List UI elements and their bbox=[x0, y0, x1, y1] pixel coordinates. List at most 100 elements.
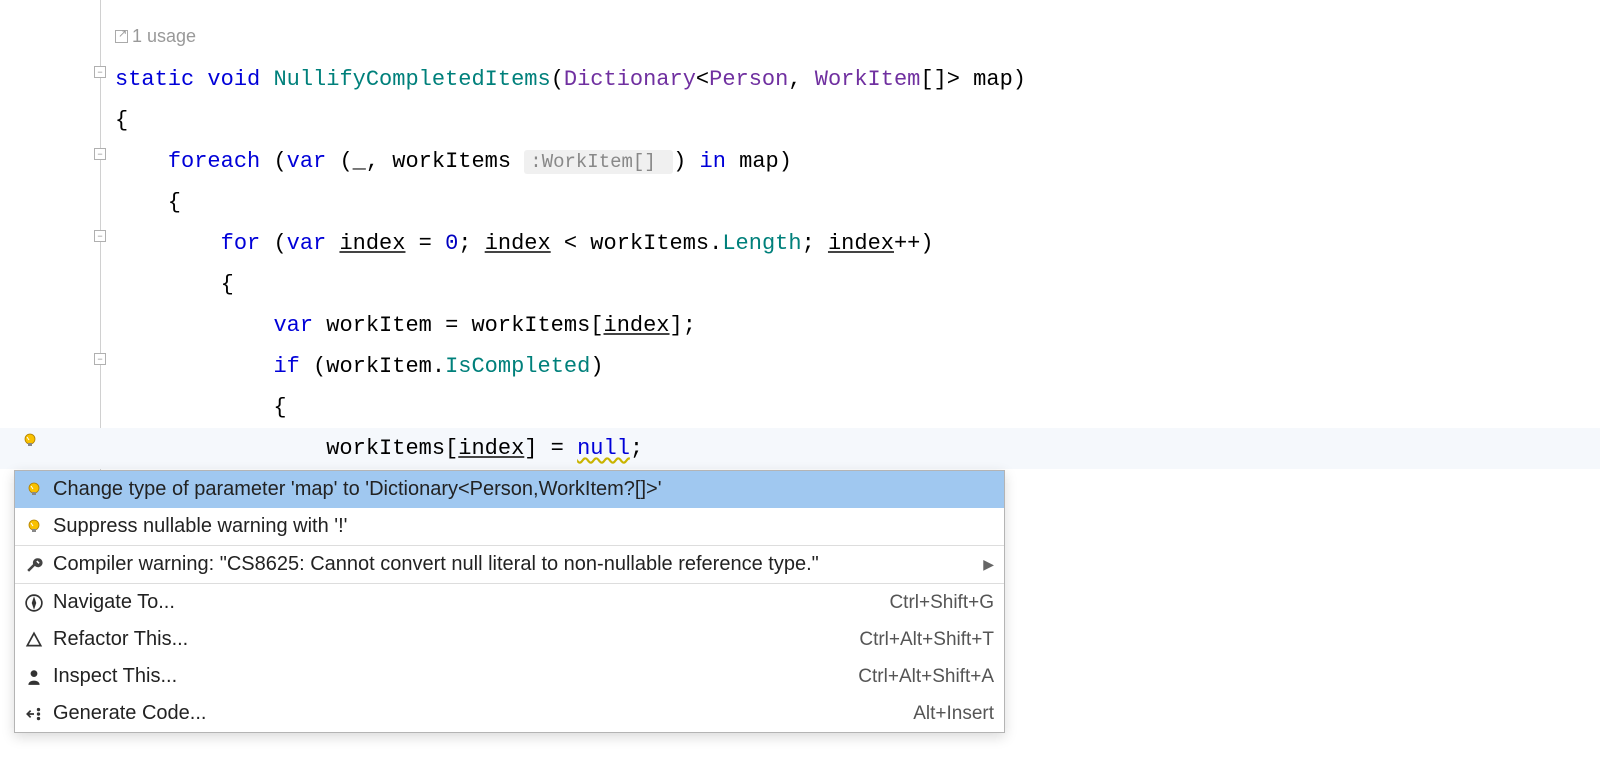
code-line[interactable]: workItems[index] = null; bbox=[115, 428, 1026, 469]
code-token: (workItem. bbox=[313, 354, 445, 379]
usage-arrow-icon bbox=[115, 30, 128, 43]
code-token: ) bbox=[590, 354, 603, 379]
code-token: ; bbox=[802, 231, 828, 256]
code-token: { bbox=[115, 272, 234, 297]
code-token: index bbox=[458, 436, 524, 461]
code-token: ( bbox=[551, 67, 564, 92]
code-token: []> map) bbox=[920, 67, 1026, 92]
code-line[interactable]: if (workItem.IsCompleted) bbox=[115, 346, 1026, 387]
code-token: var bbox=[273, 313, 326, 338]
code-token: ) bbox=[673, 149, 699, 174]
code-token: static bbox=[115, 67, 207, 92]
code-token bbox=[115, 231, 221, 256]
quickfix-item-label: Compiler warning: "CS8625: Cannot conver… bbox=[53, 553, 965, 576]
gen-icon bbox=[25, 705, 43, 723]
code-token bbox=[115, 313, 273, 338]
quickfix-item-label: Inspect This... bbox=[53, 665, 848, 688]
code-token: for bbox=[221, 231, 274, 256]
code-token: null bbox=[577, 436, 630, 461]
code-token: foreach bbox=[168, 149, 274, 174]
quickfix-item-label: Generate Code... bbox=[53, 702, 903, 725]
code-token: index bbox=[485, 231, 551, 256]
fold-marker-icon[interactable]: − bbox=[94, 148, 106, 160]
code-token: ]; bbox=[670, 313, 696, 338]
code-token: ; bbox=[458, 231, 484, 256]
code-token: index bbox=[604, 313, 670, 338]
code-token bbox=[115, 149, 168, 174]
quickfix-item-label: Navigate To... bbox=[53, 591, 879, 614]
code-token: workItem = workItems[ bbox=[326, 313, 603, 338]
code-token: 0 bbox=[445, 231, 458, 256]
code-token: ( bbox=[273, 149, 286, 174]
code-token: ++) bbox=[894, 231, 934, 256]
code-line[interactable]: { bbox=[115, 264, 1026, 305]
editor-container: − − − − 1 usage static void NullifyCompl… bbox=[0, 0, 1600, 772]
code-token: index bbox=[339, 231, 405, 256]
lightbulb-icon bbox=[22, 433, 38, 449]
quickfix-item[interactable]: Inspect This... Ctrl+Alt+Shift+A bbox=[15, 658, 1004, 695]
code-token: if bbox=[273, 354, 313, 379]
code-token: , bbox=[788, 67, 814, 92]
code-token: :WorkItem[] bbox=[524, 150, 673, 174]
quickfix-item[interactable]: Generate Code... Alt+Insert bbox=[15, 695, 1004, 732]
fold-marker-icon[interactable]: − bbox=[94, 66, 106, 78]
usage-hint[interactable]: 1 usage bbox=[115, 26, 196, 47]
quickfix-item-label: Change type of parameter 'map' to 'Dicti… bbox=[53, 478, 994, 501]
code-line[interactable]: { bbox=[115, 100, 1026, 141]
code-token: index bbox=[828, 231, 894, 256]
code-line[interactable]: for (var index = 0; index < workItems.Le… bbox=[115, 223, 1026, 264]
code-token: void bbox=[207, 67, 273, 92]
code-token: in bbox=[700, 149, 740, 174]
code-token: { bbox=[115, 395, 287, 420]
fold-marker-icon[interactable]: − bbox=[94, 353, 106, 365]
bulb-icon bbox=[25, 518, 43, 536]
person-icon bbox=[25, 668, 43, 686]
usage-hint-text: 1 usage bbox=[132, 26, 196, 47]
code-token: = bbox=[405, 231, 445, 256]
quickfix-item-label: Suppress nullable warning with '!' bbox=[53, 515, 994, 538]
shortcut-label: Ctrl+Alt+Shift+T bbox=[859, 629, 994, 651]
shortcut-label: Ctrl+Shift+G bbox=[889, 592, 994, 614]
wrench-icon bbox=[25, 556, 43, 574]
code-token: < workItems. bbox=[551, 231, 723, 256]
quickfix-item[interactable]: Refactor This... Ctrl+Alt+Shift+T bbox=[15, 621, 1004, 658]
code-token: ] = bbox=[524, 436, 577, 461]
code-token: var bbox=[287, 149, 340, 174]
code-line[interactable]: foreach (var (_, workItems :WorkItem[] )… bbox=[115, 141, 1026, 182]
triangle-icon bbox=[25, 631, 43, 649]
quickfix-popup: Change type of parameter 'map' to 'Dicti… bbox=[14, 470, 1005, 733]
code-token: IsCompleted bbox=[445, 354, 590, 379]
shortcut-label: Ctrl+Alt+Shift+A bbox=[858, 666, 994, 688]
quickfix-item[interactable]: Change type of parameter 'map' to 'Dicti… bbox=[15, 471, 1004, 508]
code-line[interactable]: var workItem = workItems[index]; bbox=[115, 305, 1026, 346]
code-token: Dictionary bbox=[564, 67, 696, 92]
code-token bbox=[115, 354, 273, 379]
quickfix-item[interactable]: Navigate To... Ctrl+Shift+G bbox=[15, 583, 1004, 621]
quickfix-bulb-gutter[interactable] bbox=[22, 433, 40, 451]
quickfix-item[interactable]: Compiler warning: "CS8625: Cannot conver… bbox=[15, 545, 1004, 583]
code-line[interactable]: static void NullifyCompletedItems(Dictio… bbox=[115, 59, 1026, 100]
code-token: Person bbox=[709, 67, 788, 92]
code-token: { bbox=[115, 108, 128, 133]
code-token: NullifyCompletedItems bbox=[273, 67, 550, 92]
code-editor-area[interactable]: static void NullifyCompletedItems(Dictio… bbox=[115, 59, 1026, 469]
code-token: workItems[ bbox=[115, 436, 458, 461]
code-token: WorkItem bbox=[815, 67, 921, 92]
quickfix-item[interactable]: Suppress nullable warning with '!' bbox=[15, 508, 1004, 545]
code-token: Length bbox=[722, 231, 801, 256]
submenu-arrow-icon: ▶ bbox=[983, 556, 994, 573]
code-token: { bbox=[115, 190, 181, 215]
quickfix-item-label: Refactor This... bbox=[53, 628, 849, 651]
fold-marker-icon[interactable]: − bbox=[94, 230, 106, 242]
code-token: < bbox=[696, 67, 709, 92]
code-line[interactable]: { bbox=[115, 182, 1026, 223]
code-token: ( bbox=[273, 231, 286, 256]
code-token: (_, workItems bbox=[339, 149, 524, 174]
code-token: ; bbox=[630, 436, 643, 461]
code-token: map) bbox=[739, 149, 792, 174]
code-token: var bbox=[287, 231, 340, 256]
shortcut-label: Alt+Insert bbox=[913, 703, 994, 725]
compass-icon bbox=[25, 594, 43, 612]
bulb-icon bbox=[25, 481, 43, 499]
code-line[interactable]: { bbox=[115, 387, 1026, 428]
